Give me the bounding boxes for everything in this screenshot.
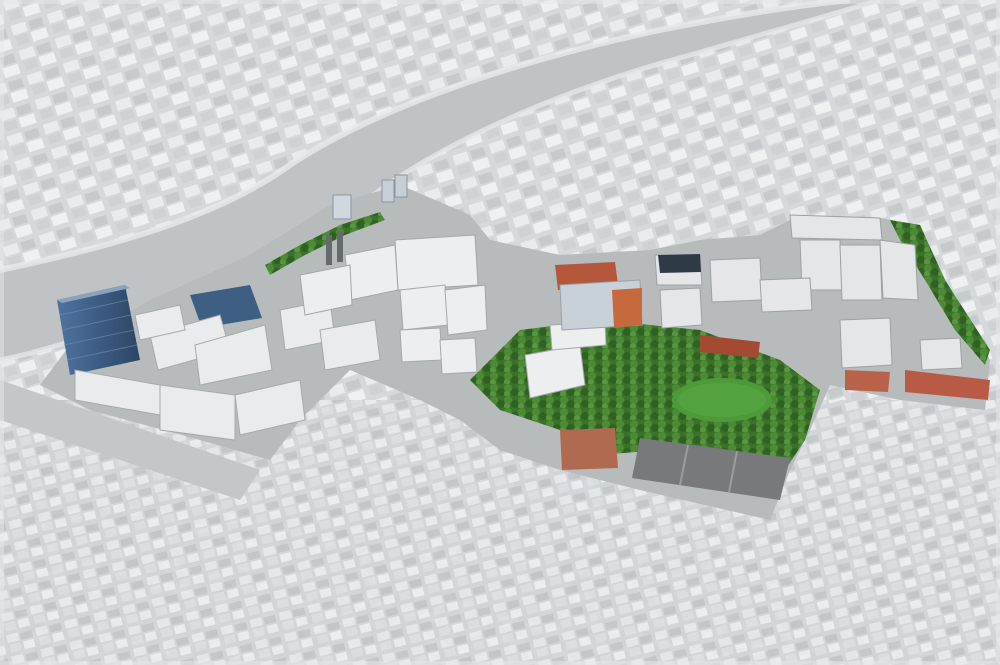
lawn-highlight: [678, 383, 766, 417]
aerial-photo-svg: [0, 0, 1000, 665]
dark-roof-building: [658, 254, 701, 273]
aerial-city-photo: [0, 0, 1000, 665]
glass-tower: [57, 285, 140, 375]
